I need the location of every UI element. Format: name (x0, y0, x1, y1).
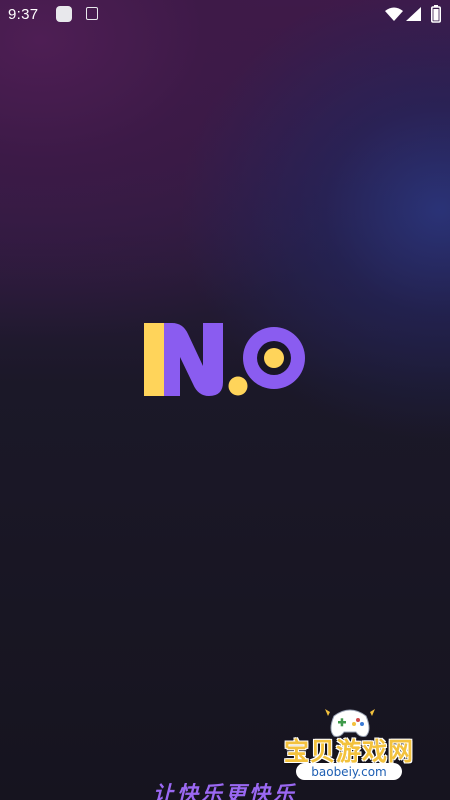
splash-screen: 9:37 宝贝游戏网 baobeiy.com 让快乐更快乐 (0, 0, 450, 800)
wifi-icon (385, 7, 403, 26)
logo-n-left-bar (144, 323, 164, 396)
watermark-url: baobeiy.com (311, 765, 387, 779)
battery-icon (431, 5, 441, 28)
logo-o-center (264, 348, 284, 368)
app-notification-icon (56, 6, 72, 22)
logo-n-body (164, 323, 223, 396)
app-logo (143, 320, 307, 398)
status-bar: 9:37 (0, 0, 450, 30)
signal-icon (406, 7, 421, 26)
a-notification-icon (86, 7, 98, 20)
logo-dot (228, 376, 248, 396)
slogan-text: 让快乐更快乐 (153, 782, 297, 800)
status-time: 9:37 (8, 6, 39, 23)
